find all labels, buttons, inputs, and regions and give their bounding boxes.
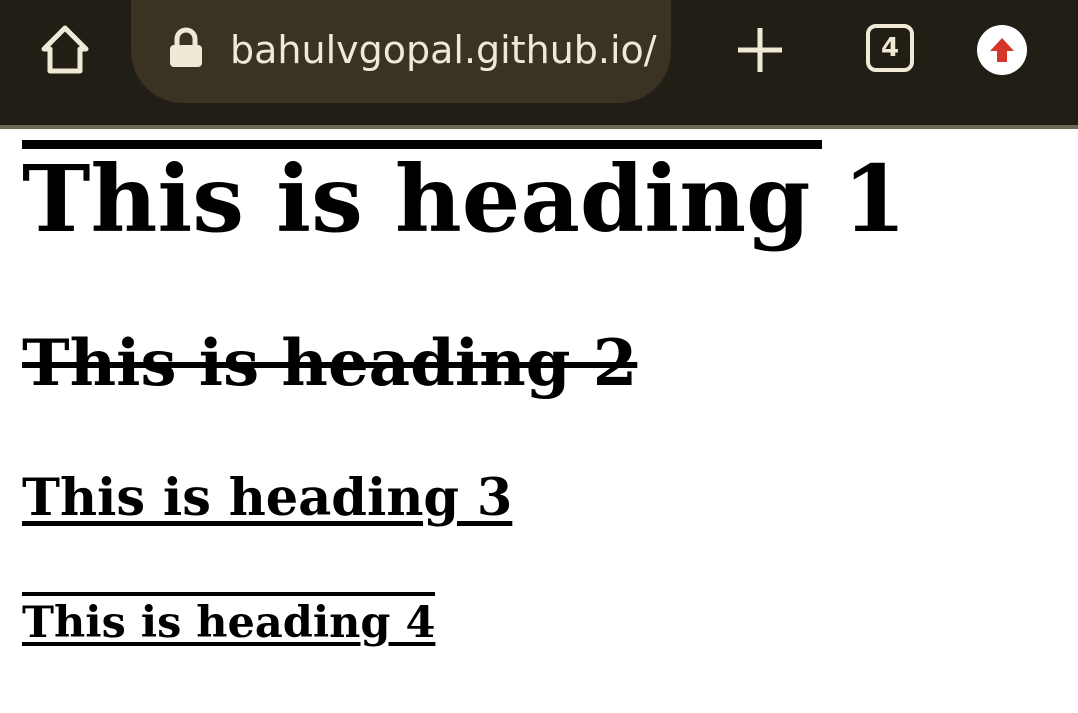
new-tab-button[interactable] [734,24,786,76]
update-button[interactable] [977,25,1027,75]
heading-4: This is heading 4 [22,592,436,650]
page-content: This is heading 1 This is heading 2 This… [0,129,1078,713]
heading-2: This is heading 2 [22,326,638,401]
browser-toolbar: bahulvgopal.github.io/ 4 [0,0,1078,125]
update-arrow-icon [990,38,1014,62]
lock-icon [170,27,202,67]
plus-icon [738,28,782,72]
home-icon [41,25,89,74]
url-text[interactable]: bahulvgopal.github.io/ [230,22,657,78]
heading-1: This is heading 1 [22,140,906,247]
tab-switcher-button[interactable]: 4 [866,24,914,72]
home-button[interactable] [36,22,94,80]
heading-3: This is heading 3 [22,468,513,528]
